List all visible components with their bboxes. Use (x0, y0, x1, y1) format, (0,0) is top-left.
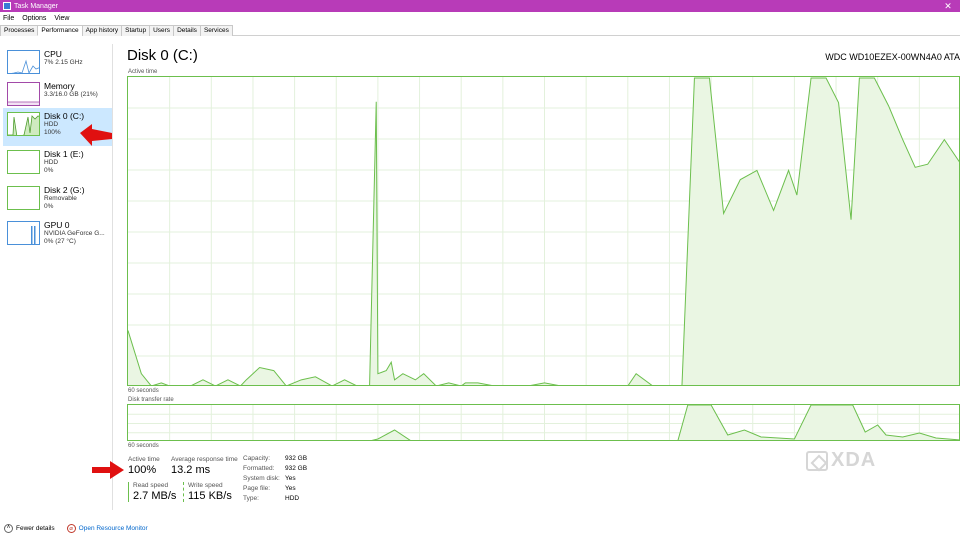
stat-label: Average response time (171, 456, 238, 463)
transfer-graph-label: Disk transfer rate (128, 397, 174, 403)
footer-bar: ˄ Fewer details ⌀ Open Resource Monitor (0, 520, 960, 536)
sidebar-item-sub: 100% (44, 129, 61, 136)
gpu-thumbnail (7, 221, 40, 245)
task-manager-icon (3, 2, 11, 10)
sidebar-item-sub: 0% (44, 203, 54, 210)
sidebar-item-label: Disk 0 (C:) (44, 111, 85, 121)
tab-processes[interactable]: Processes (0, 25, 39, 36)
memory-thumbnail (7, 82, 40, 106)
stat-label: Active time (128, 456, 160, 463)
open-resource-monitor-link[interactable]: Open Resource Monitor (79, 525, 148, 532)
cpu-thumbnail (7, 50, 40, 74)
sidebar-item-sub: HDD (44, 159, 59, 166)
sidebar-item-label: Memory (44, 81, 75, 91)
xda-logo-icon (806, 450, 828, 471)
sidebar-item-sub: 0% (44, 167, 54, 174)
disk-detail-panel: Disk 0 (C:) WDC WD10EZEX-00WN4A0 ATA Act… (113, 44, 960, 514)
active-time-chart (128, 77, 959, 385)
xda-watermark: XDA (806, 449, 876, 472)
stat-label: Read speed (133, 482, 169, 489)
property-row: Capacity: 932 GB (243, 455, 308, 462)
active-time-graph-footer: 60 seconds (128, 388, 159, 394)
sidebar-item-gpu-0[interactable]: GPU 0 NVIDIA GeForce G... 0% (27 °C) (3, 217, 112, 253)
stat-active-time: Active time 100% (128, 456, 160, 476)
sidebar-item-sub: 7% 2.15 GHz (44, 59, 83, 66)
sidebar-item-sub: HDD (44, 121, 59, 128)
sidebar-item-disk-1[interactable]: Disk 1 (E:) HDD 0% (3, 146, 112, 182)
transfer-graph-footer: 60 seconds (128, 443, 159, 449)
chevron-up-icon[interactable]: ˄ (4, 523, 13, 533)
read-speed-value: 2.7 MB/s (133, 490, 177, 502)
property-row: System disk: Yes (243, 475, 296, 482)
menu-file[interactable]: File (3, 15, 14, 22)
tab-bar: Processes Performance App history Startu… (0, 25, 960, 36)
response-time-value: 13.2 ms (171, 464, 211, 476)
sidebar-item-label: Disk 1 (E:) (44, 149, 84, 159)
sidebar-item-sub: 3.3/16.0 GB (21%) (44, 91, 98, 98)
sidebar-item-disk-2[interactable]: Disk 2 (G:) Removable 0% (3, 182, 112, 218)
active-time-value: 100% (128, 464, 157, 476)
resource-monitor-icon[interactable]: ⌀ (66, 523, 76, 533)
sidebar-item-sub: NVIDIA GeForce G... (44, 230, 105, 237)
sidebar-item-label: Disk 2 (G:) (44, 185, 85, 195)
disk-0-thumbnail (7, 112, 40, 136)
page-title: Disk 0 (C:) (127, 47, 198, 64)
active-time-graph-label: Active time (128, 69, 158, 75)
write-speed-value: 115 KB/s (188, 490, 232, 502)
tab-performance[interactable]: Performance (37, 25, 83, 36)
stat-label: Write speed (188, 482, 223, 489)
transfer-rate-graph (127, 404, 960, 441)
window-title: Task Manager (14, 2, 58, 10)
property-row: Type: HDD (243, 495, 300, 502)
menu-bar: File Options View (0, 12, 960, 24)
property-row: Formatted: 932 GB (243, 465, 308, 472)
stat-read-speed: Read speed 2.7 MB/s (128, 482, 176, 502)
sidebar-item-cpu[interactable]: CPU 7% 2.15 GHz (3, 46, 112, 80)
performance-sidebar: CPU 7% 2.15 GHz Memory 3.3/16.0 GB (21%)… (0, 44, 113, 510)
menu-view[interactable]: View (54, 15, 69, 22)
active-time-graph (127, 76, 960, 386)
stat-write-speed: Write speed 115 KB/s (183, 482, 232, 502)
stat-response-time: Average response time 13.2 ms (171, 456, 238, 476)
fewer-details-link[interactable]: Fewer details (16, 525, 55, 532)
sidebar-item-label: GPU 0 (44, 220, 70, 230)
xda-logo-text: XDA (831, 449, 877, 471)
property-row: Page file: Yes (243, 485, 296, 492)
annotation-arrow-active-time-icon (92, 461, 124, 479)
sidebar-item-memory[interactable]: Memory 3.3/16.0 GB (21%) (3, 78, 112, 112)
close-icon[interactable]: ✕ (936, 1, 960, 12)
menu-options[interactable]: Options (22, 15, 46, 22)
disk-properties: Capacity: 932 GB Formatted: 932 GB System … (243, 454, 307, 504)
tab-details[interactable]: Details (173, 25, 201, 36)
transfer-rate-chart (128, 405, 959, 440)
disk-model: WDC WD10EZEX-00WN4A0 ATA (825, 52, 960, 62)
title-bar: Task Manager ✕ (0, 0, 960, 12)
sidebar-item-label: CPU (44, 49, 62, 59)
tab-services[interactable]: Services (199, 25, 233, 36)
disk-2-thumbnail (7, 186, 40, 210)
annotation-arrow-sidebar-icon (80, 124, 112, 146)
tab-app-history[interactable]: App history (81, 25, 123, 36)
sidebar-item-sub: Removable (44, 195, 77, 202)
sidebar-item-sub: 0% (27 °C) (44, 238, 76, 245)
tab-users[interactable]: Users (149, 25, 175, 36)
disk-1-thumbnail (7, 150, 40, 174)
tab-startup[interactable]: Startup (121, 25, 151, 36)
